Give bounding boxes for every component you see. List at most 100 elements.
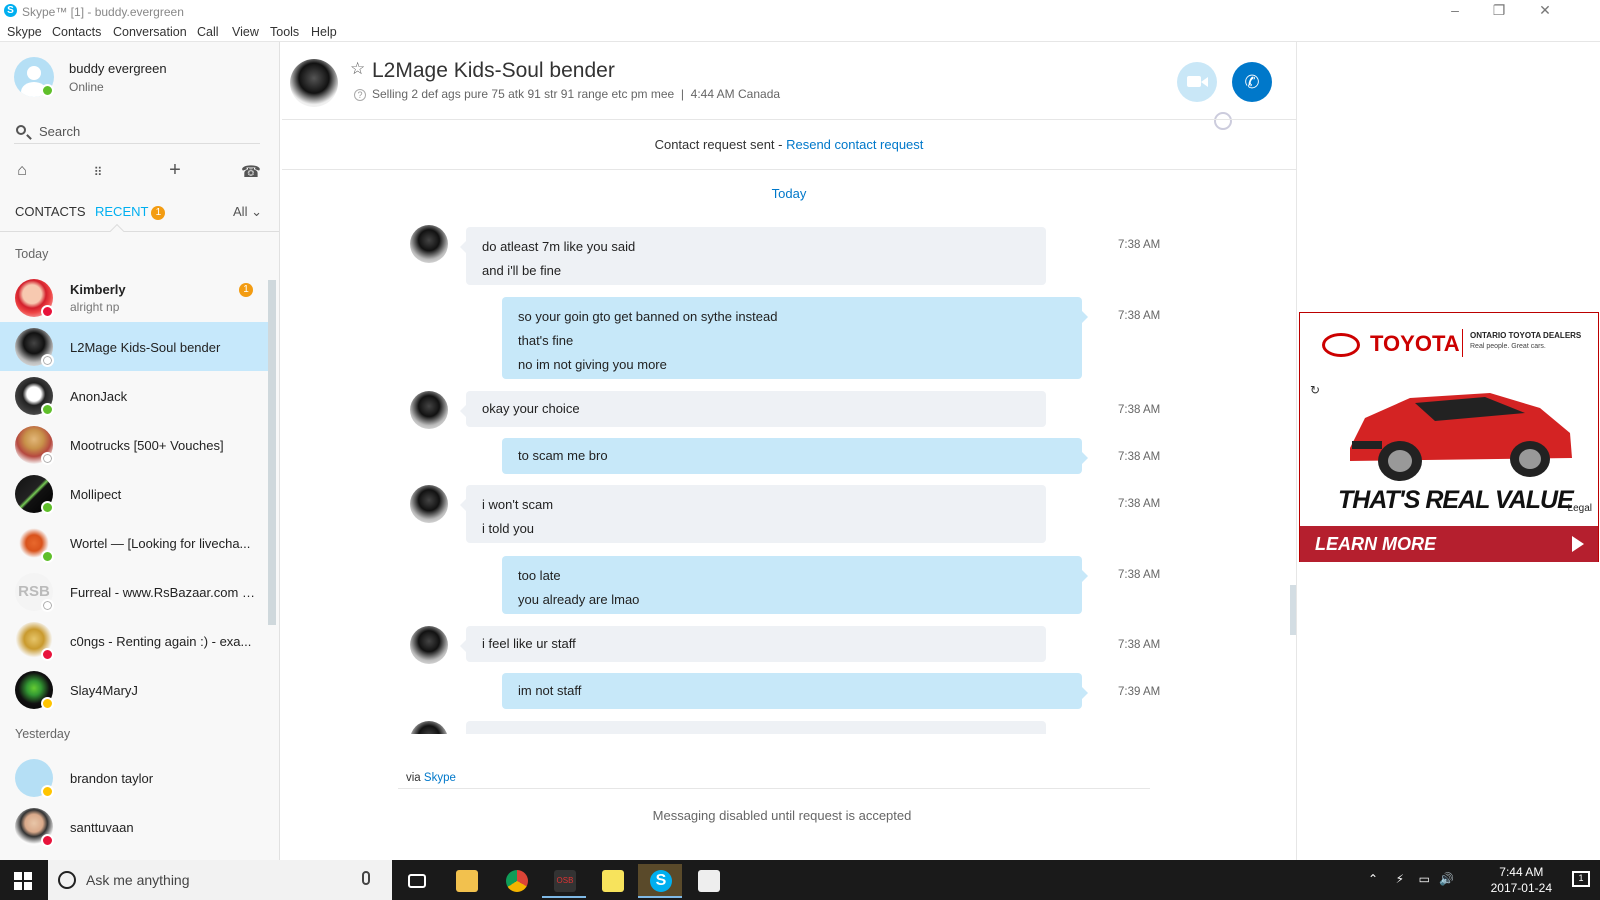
recent-item-santtuvaan[interactable]: santtuvaan (0, 802, 268, 851)
contact-name: Mollipect (70, 487, 122, 502)
chrome-icon (506, 870, 528, 892)
dialpad-icon[interactable]: ⠿ (86, 165, 110, 179)
video-call-button[interactable] (1177, 62, 1217, 102)
search-box[interactable]: Search (14, 122, 260, 144)
ad-tagline: THAT'S REAL VALUE (1338, 486, 1574, 514)
message-line: that's fine (518, 333, 574, 348)
sidebar-scrollbar[interactable] (268, 280, 276, 625)
window-title: Skype™ [1] - buddy.evergreen (22, 5, 184, 19)
recent-item-furreal[interactable]: RSB Furreal - www.RsBazaar.com -... (0, 567, 268, 616)
close-button[interactable]: ✕ (1530, 2, 1560, 19)
sidebar: buddy evergreen Online Search ⌂ ⠿ + ☎ CO… (0, 42, 280, 860)
clock[interactable]: 7:44 AM 2017-01-24 (1491, 864, 1552, 896)
recent-item-l2mage[interactable]: L2Mage Kids-Soul bender (0, 322, 268, 371)
online-status-icon (41, 403, 54, 416)
message-line: i told you (482, 521, 535, 536)
network-icon[interactable]: ▭ (1419, 872, 1430, 886)
online-status-icon (41, 501, 54, 514)
home-icon[interactable]: ⌂ (10, 162, 34, 180)
windows-start-icon[interactable] (14, 872, 32, 890)
volume-icon[interactable]: 🔊 (1439, 872, 1454, 886)
my-name[interactable]: buddy evergreen (69, 61, 167, 76)
ad-dealer-tagline: Real people. Great cars. (1470, 343, 1546, 350)
chrome-button[interactable] (494, 864, 538, 898)
online-status-icon (41, 550, 54, 563)
search-icon (16, 125, 26, 135)
contact-tabs: CONTACTS RECENT 1 All ⌄ (0, 200, 279, 232)
add-icon[interactable]: + (163, 159, 187, 182)
clock-date: 2017-01-24 (1490, 881, 1552, 895)
section-today: Today (15, 247, 49, 261)
contacts-book-icon[interactable]: ☎ (239, 162, 263, 182)
minimize-button[interactable]: – (1440, 2, 1470, 18)
osbuddy-button[interactable]: OSB (542, 864, 586, 898)
sticky-notes-button[interactable] (590, 864, 634, 898)
menu-help[interactable]: Help (311, 25, 337, 39)
java-button[interactable] (686, 864, 730, 898)
busy-status-icon (41, 834, 54, 847)
java-icon (698, 870, 720, 892)
menu-tools[interactable]: Tools (270, 25, 299, 39)
tab-recent[interactable]: RECENT 1 (95, 204, 166, 220)
message-time: 7:38 AM (1118, 310, 1161, 322)
sender-avatar (410, 391, 448, 429)
my-status[interactable]: Online (69, 80, 104, 94)
recent-item-mollipect[interactable]: Mollipect (0, 469, 268, 518)
chevron-up-icon[interactable]: ⌃ (1368, 872, 1378, 886)
notifications-icon[interactable]: 1 (1572, 871, 1590, 887)
pane-divider (1296, 42, 1297, 860)
away-status-icon (41, 697, 54, 710)
cortana-search-box[interactable]: Ask me anything (48, 860, 392, 900)
file-explorer-button[interactable] (444, 864, 488, 898)
message-bubble: im not staff (502, 673, 1088, 709)
menu-conversation[interactable]: Conversation (113, 25, 187, 39)
chevron-down-icon: ⌄ (251, 204, 262, 219)
via-skype-link[interactable]: Skype (424, 772, 456, 784)
recent-item-wortel[interactable]: Wortel — [Looking for livecha... (0, 518, 268, 567)
recent-item-brandon-taylor[interactable]: brandon taylor (0, 753, 268, 802)
tab-contacts[interactable]: CONTACTS (15, 204, 86, 219)
advertisement-banner[interactable]: TOYOTA ONTARIO TOYOTA DEALERS Real peopl… (1299, 312, 1599, 562)
task-view-button[interactable] (396, 864, 440, 898)
contact-last-message: alright np (70, 300, 120, 314)
menu-view[interactable]: View (232, 25, 259, 39)
header-divider (282, 119, 1296, 120)
cortana-icon (58, 871, 76, 889)
reload-icon[interactable]: ↻ (1310, 383, 1320, 397)
contact-avatar[interactable] (290, 59, 338, 107)
recent-item-kimberly[interactable]: Kimberly alright np 1 (0, 273, 268, 322)
power-icon[interactable]: ⚡ (1396, 872, 1404, 886)
recent-item-c0ngs[interactable]: c0ngs - Renting again :) - exa... (0, 616, 268, 665)
recent-item-anonjack[interactable]: AnonJack (0, 371, 268, 420)
sender-avatar (410, 225, 448, 263)
learn-more-button[interactable]: LEARN MORE (1300, 526, 1598, 562)
call-button[interactable]: ✆ (1232, 62, 1272, 102)
message-bubble: okay your choice (460, 391, 1046, 427)
sticky-notes-icon (602, 870, 624, 892)
away-status-icon (41, 785, 54, 798)
sender-avatar (410, 485, 448, 523)
microphone-icon[interactable] (362, 871, 370, 885)
skype-taskbar-button[interactable]: S (638, 864, 682, 898)
menu-contacts[interactable]: Contacts (52, 25, 101, 39)
message-time: 7:38 AM (1118, 639, 1161, 651)
recent-item-mootrucks[interactable]: Mootrucks [500+ Vouches] (0, 420, 268, 469)
recent-item-slay4maryj[interactable]: Slay4MaryJ (0, 665, 268, 714)
menu-skype[interactable]: Skype (7, 25, 42, 39)
ad-legal-link[interactable]: Legal (1568, 503, 1592, 514)
contact-name: Furreal - www.RsBazaar.com -... (70, 585, 255, 600)
folder-icon (456, 870, 478, 892)
car-image (1350, 393, 1572, 481)
restore-button[interactable]: ❐ (1484, 2, 1514, 19)
unknown-status-icon (41, 599, 54, 612)
conversation-title[interactable]: L2Mage Kids-Soul bender (372, 59, 615, 83)
menu-call[interactable]: Call (197, 25, 219, 39)
favorite-star-icon[interactable]: ☆ (350, 59, 365, 79)
resend-request-link[interactable]: Resend contact request (786, 137, 923, 152)
mood-text: Selling 2 def ags pure 75 atk 91 str 91 … (372, 87, 675, 101)
date-separator: Today (771, 186, 807, 201)
search-placeholder: Search (39, 124, 81, 139)
message-line: i feel like ur staff (482, 636, 576, 651)
filter-dropdown[interactable]: All ⌄ (233, 204, 262, 220)
globe-icon[interactable] (1214, 112, 1232, 130)
